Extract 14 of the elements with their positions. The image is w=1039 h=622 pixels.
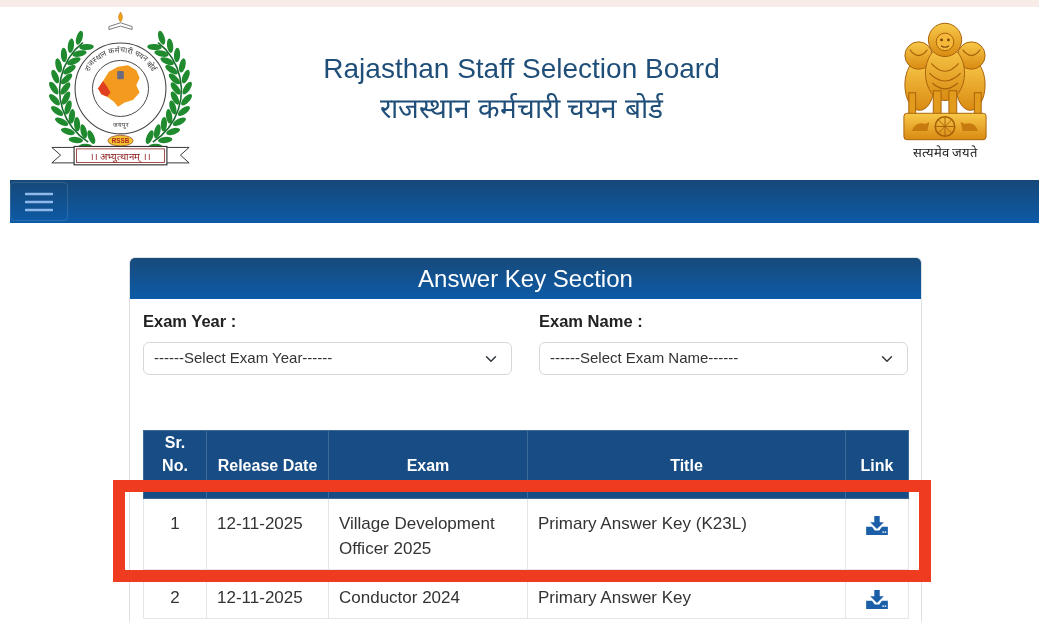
motto-ribbon: ।। अभ्युत्थानम् ।।: [51, 145, 190, 166]
download-icon[interactable]: [866, 590, 888, 609]
menu-button[interactable]: [10, 182, 68, 221]
dropdown-field[interactable]: ------Select Exam Year------: [143, 342, 512, 375]
emblem-caption: सत्यमेव जयते: [912, 144, 978, 162]
site-title-hindi: राजस्थान कर्मचारी चयन बोर्ड: [379, 92, 664, 126]
download-icon[interactable]: [866, 516, 888, 535]
filter-label: Exam Name :: [539, 311, 644, 332]
section-title: Answer Key Section: [130, 258, 921, 299]
site-title: Rajasthan Staff Selection Board: [323, 52, 720, 86]
menu-icon: [25, 191, 53, 212]
filter-label: Exam Year :: [143, 311, 238, 332]
lamp-icon: [108, 11, 133, 30]
dropdown-field[interactable]: ------Select Exam Name------: [539, 342, 908, 375]
